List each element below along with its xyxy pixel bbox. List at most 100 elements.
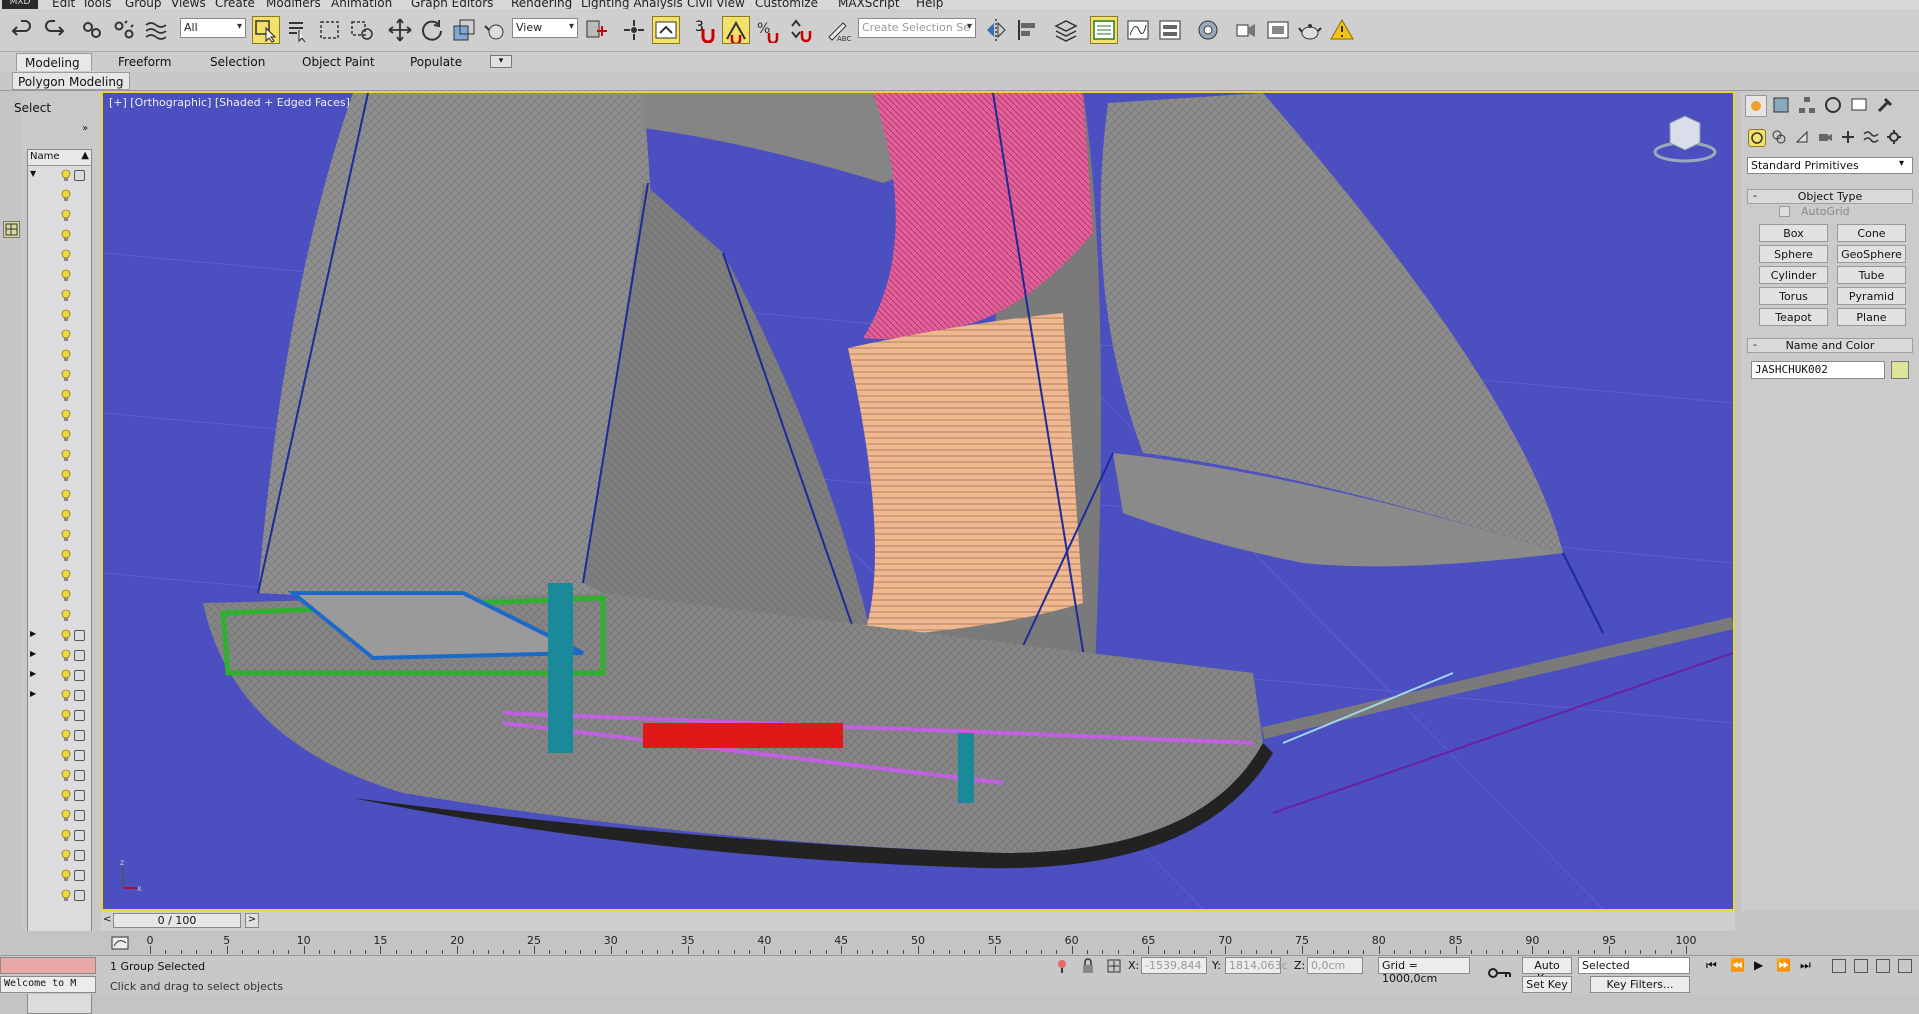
lightbulb-icon[interactable]: [61, 229, 71, 242]
lightbulb-icon[interactable]: [61, 249, 71, 262]
scene-list-item[interactable]: ▼: [28, 166, 91, 186]
isolate-selection-button[interactable]: [1054, 958, 1070, 974]
lightbulb-icon[interactable]: [61, 269, 71, 282]
time-slider-next-button[interactable]: >: [245, 913, 259, 928]
scene-list-item[interactable]: [28, 406, 91, 426]
render-production-button[interactable]: [1296, 16, 1324, 44]
lightbulb-icon[interactable]: [61, 349, 71, 362]
time-slider-thumb[interactable]: 0 / 100: [113, 913, 241, 928]
scene-list-item[interactable]: ▶: [28, 666, 91, 686]
rotate-button[interactable]: [418, 16, 446, 44]
geosphere-button[interactable]: GeoSphere: [1837, 245, 1906, 263]
viewcube[interactable]: [1653, 115, 1717, 163]
unlink-button[interactable]: [110, 16, 138, 44]
key-filters-button[interactable]: Key Filters...: [1590, 976, 1690, 993]
torus-button[interactable]: Torus: [1759, 287, 1828, 305]
placement-button[interactable]: [482, 16, 510, 44]
hierarchy-tab[interactable]: [1797, 95, 1819, 117]
scene-list-item[interactable]: [28, 306, 91, 326]
scene-list-item[interactable]: [28, 766, 91, 786]
link-button[interactable]: [78, 16, 106, 44]
scene-list-item[interactable]: ▶: [28, 626, 91, 646]
menu-group[interactable]: Group: [125, 0, 162, 9]
lightbulb-icon[interactable]: [61, 509, 71, 522]
lightbulb-icon[interactable]: [61, 549, 71, 562]
menu-civil-view[interactable]: Civil View: [687, 0, 745, 9]
viewport-layout-button[interactable]: [3, 221, 20, 238]
lightbulb-icon[interactable]: [61, 609, 71, 622]
name-color-rollout-header[interactable]: - Name and Color: [1747, 338, 1913, 353]
scene-list-item[interactable]: [28, 226, 91, 246]
set-key-button[interactable]: Set Key: [1522, 976, 1572, 993]
scene-list-item[interactable]: ▶: [28, 686, 91, 706]
spinner-snap-button[interactable]: [786, 16, 814, 44]
scene-list-item[interactable]: [28, 186, 91, 206]
menu-customize[interactable]: Customize: [755, 0, 818, 9]
bind-spacewarp-button[interactable]: [142, 16, 170, 44]
scene-list-item[interactable]: [28, 826, 91, 846]
lightbulb-icon[interactable]: [61, 369, 71, 382]
name-column-header[interactable]: Name ▲: [28, 150, 91, 166]
object-color-swatch[interactable]: [1891, 361, 1909, 379]
go-to-start-button[interactable]: ⏮: [1706, 958, 1717, 973]
mirror-button[interactable]: [982, 16, 1010, 44]
systems-category-button[interactable]: [1886, 129, 1904, 147]
lightbulb-icon[interactable]: [61, 709, 71, 722]
scene-explorer-expand-icon[interactable]: »: [82, 123, 88, 134]
lightbulb-icon[interactable]: [61, 729, 71, 742]
lightbulb-icon[interactable]: [61, 289, 71, 302]
menu-rendering[interactable]: Rendering: [511, 0, 572, 9]
maximize-viewport-icon[interactable]: [1898, 959, 1912, 973]
spacewarps-category-button[interactable]: [1863, 129, 1881, 147]
scene-list-item[interactable]: [28, 386, 91, 406]
scene-list-item[interactable]: [28, 366, 91, 386]
scene-list-item[interactable]: [28, 446, 91, 466]
absolute-offset-toggle[interactable]: [1106, 958, 1122, 974]
tab-freeform[interactable]: Freeform: [110, 53, 179, 71]
rendered-frame-window-button[interactable]: [1264, 16, 1292, 44]
lightbulb-icon[interactable]: [61, 429, 71, 442]
scene-list-item[interactable]: [28, 286, 91, 306]
lightbulb-icon[interactable]: [61, 689, 71, 702]
expand-arrow-icon[interactable]: ▶: [30, 649, 36, 658]
modify-tab[interactable]: [1771, 95, 1793, 117]
redo-button[interactable]: [40, 16, 68, 44]
lightbulb-icon[interactable]: [61, 329, 71, 342]
menu-animation[interactable]: Animation: [331, 0, 392, 9]
selection-set-dropdown[interactable]: Create Selection Se: [858, 18, 976, 38]
scene-list-item[interactable]: [28, 726, 91, 746]
expand-arrow-icon[interactable]: ▶: [30, 669, 36, 678]
display-tab[interactable]: [1849, 95, 1871, 117]
scene-list-item[interactable]: [28, 546, 91, 566]
helpers-category-button[interactable]: [1840, 129, 1858, 147]
expand-arrow-icon[interactable]: ▼: [30, 169, 36, 178]
time-slider-prev-icon[interactable]: <: [103, 914, 111, 925]
plane-button[interactable]: Plane: [1837, 308, 1906, 326]
go-to-end-button[interactable]: ⏭: [1800, 958, 1811, 973]
zoom-all-icon[interactable]: [1854, 959, 1868, 973]
scene-list-item[interactable]: [28, 506, 91, 526]
maxscript-listener-mini[interactable]: [0, 957, 96, 974]
move-button[interactable]: [386, 16, 414, 44]
edit-named-selection-button[interactable]: ABC: [824, 16, 852, 44]
scene-list-item[interactable]: [28, 326, 91, 346]
geometry-category-button[interactable]: [1748, 129, 1766, 147]
percent-snap-button[interactable]: %: [754, 16, 782, 45]
scene-list-item[interactable]: [28, 706, 91, 726]
scene-list-item[interactable]: [28, 746, 91, 766]
mini-curve-editor-button[interactable]: [110, 935, 130, 951]
keyboard-shortcut-override-button[interactable]: [652, 16, 680, 44]
select-by-name-button[interactable]: [284, 16, 312, 44]
create-tab[interactable]: [1745, 95, 1767, 117]
lightbulb-icon[interactable]: [61, 309, 71, 322]
menu-tools[interactable]: Tools: [82, 0, 112, 9]
scene-list-item[interactable]: [28, 466, 91, 486]
lightbulb-icon[interactable]: [61, 589, 71, 602]
cone-button[interactable]: Cone: [1837, 224, 1906, 242]
lightbulb-icon[interactable]: [61, 869, 71, 882]
lightbulb-icon[interactable]: [61, 489, 71, 502]
teapot-button[interactable]: Teapot: [1759, 308, 1828, 326]
expand-arrow-icon[interactable]: ▶: [30, 629, 36, 638]
scene-list-item[interactable]: [28, 266, 91, 286]
lights-category-button[interactable]: [1794, 129, 1812, 147]
